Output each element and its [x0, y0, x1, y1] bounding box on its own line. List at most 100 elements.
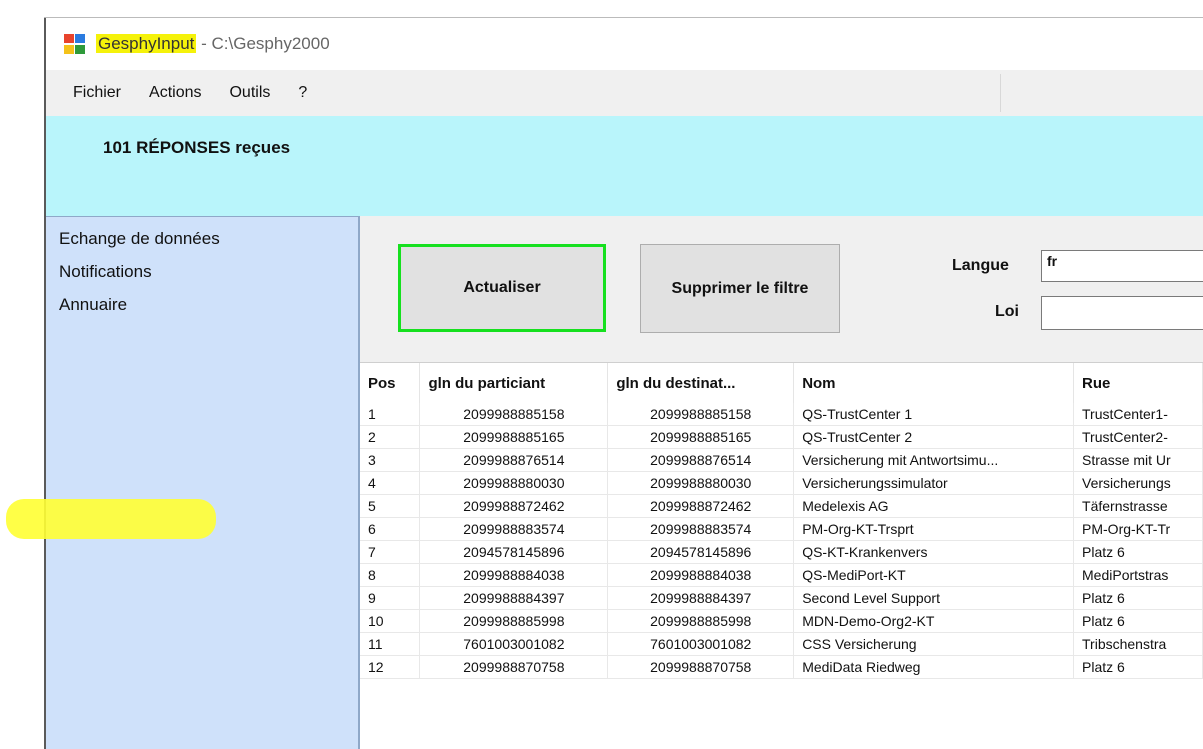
table-row[interactable]: 8 2099988884038 2099988884038 QS-MediPort-K…	[360, 563, 1203, 587]
menu-bar: Fichier Actions Outils ?	[46, 70, 1203, 116]
table-cell: 2099988876514	[419, 448, 609, 472]
table-cell: 2099988884397	[607, 586, 795, 610]
window-title-path: - C:\Gesphy2000	[196, 34, 330, 53]
table-row[interactable]: 5 2099988872462 2099988872462 Medelexis AG T…	[360, 494, 1203, 518]
menu-actions[interactable]: Actions	[149, 84, 201, 102]
column-header-rue[interactable]: Rue	[1073, 363, 1203, 403]
table-cell: MediData Riedweg	[793, 655, 1075, 679]
directory-table: Pos gln du particiant gln du destinat...…	[360, 362, 1203, 749]
table-cell: CSS Versicherung	[793, 632, 1075, 656]
table-cell: QS-TrustCenter 2	[793, 425, 1075, 449]
table-row[interactable]: 6 2099988883574 2099988883574 PM-Org-KT-Trs…	[360, 517, 1203, 541]
table-cell: Versicherungs	[1073, 471, 1203, 495]
table-cell: 7	[360, 540, 421, 564]
table-cell: 2094578145896	[607, 540, 795, 564]
table-cell: PM-Org-KT-Trsprt	[793, 517, 1075, 541]
table-cell: QS-MediPort-KT	[793, 563, 1075, 587]
screen: GesphyInput - C:\Gesphy2000 Fichier Acti…	[0, 0, 1203, 749]
table-cell: 2099988885165	[607, 425, 795, 449]
table-cell: 2099988880030	[419, 471, 609, 495]
table-cell: 2	[360, 425, 421, 449]
title-bar: GesphyInput - C:\Gesphy2000	[46, 18, 1203, 70]
selection-highlight	[6, 499, 216, 539]
table-cell: 2099988884038	[607, 563, 795, 587]
table-cell: 2099988872462	[607, 494, 795, 518]
sidebar-item-annuaire[interactable]: Annuaire	[59, 295, 127, 315]
table-cell: 1	[360, 403, 421, 426]
status-banner: 101 RÉPONSES reçues	[46, 116, 1203, 216]
table-cell: 2099988870758	[607, 655, 795, 679]
table-cell: MediPortstras	[1073, 563, 1203, 587]
clear-filter-button[interactable]: Supprimer le filtre	[640, 244, 840, 333]
table-cell: 2099988884038	[419, 563, 609, 587]
column-header-nom[interactable]: Nom	[793, 363, 1075, 403]
menu-fichier[interactable]: Fichier	[73, 84, 121, 102]
table-row[interactable]: 7 2094578145896 2094578145896 QS-KT-Kranken…	[360, 540, 1203, 564]
table-cell: QS-TrustCenter 1	[793, 403, 1075, 426]
loi-input[interactable]	[1041, 296, 1203, 330]
table-cell: 2094578145896	[419, 540, 609, 564]
table-cell: Platz 6	[1073, 609, 1203, 633]
sidebar-item-echange[interactable]: Echange de données	[59, 229, 220, 249]
table-cell: 2099988884397	[419, 586, 609, 610]
table-cell: Strasse mit Ur	[1073, 448, 1203, 472]
refresh-button[interactable]: Actualiser	[398, 244, 606, 332]
menu-separator	[1000, 74, 1001, 112]
table-row[interactable]: 10 2099988885998 2099988885998 MDN-Demo-Org…	[360, 609, 1203, 633]
table-cell: TrustCenter1-	[1073, 403, 1203, 426]
menu-help[interactable]: ?	[298, 84, 307, 102]
sidebar-item-notifications[interactable]: Notifications	[59, 262, 152, 282]
table-cell: Tribschenstra	[1073, 632, 1203, 656]
loi-label: Loi	[995, 303, 1019, 320]
table-cell: 8	[360, 563, 421, 587]
table-cell: 2099988885998	[419, 609, 609, 633]
responses-count-text: 101 RÉPONSES reçues	[103, 138, 291, 157]
table-cell: 2099988885165	[419, 425, 609, 449]
table-cell: TrustCenter2-	[1073, 425, 1203, 449]
table-cell: 2099988885158	[419, 403, 609, 426]
table-cell: 2099988883574	[607, 517, 795, 541]
table-cell: Platz 6	[1073, 655, 1203, 679]
table-cell: 10	[360, 609, 421, 633]
table-cell: 6	[360, 517, 421, 541]
column-header-gln-destinataire[interactable]: gln du destinat...	[607, 363, 795, 403]
window-title-app: GesphyInput	[96, 34, 197, 53]
sidebar: Echange de données Notifications Annuair…	[6, 216, 360, 749]
table-cell: 2099988870758	[419, 655, 609, 679]
table-cell: 3	[360, 448, 421, 472]
table-cell: Versicherung mit Antwortsimu...	[793, 448, 1075, 472]
table-cell: QS-KT-Krankenvers	[793, 540, 1075, 564]
table-cell: 2099988883574	[419, 517, 609, 541]
app-grid-icon	[64, 34, 86, 54]
table-row[interactable]: 2 2099988885165 2099988885165 QS-TrustCente…	[360, 425, 1203, 449]
table-cell: PM-Org-KT-Tr	[1073, 517, 1203, 541]
table-cell: Versicherungssimulator	[793, 471, 1075, 495]
column-header-pos[interactable]: Pos	[360, 363, 421, 403]
table-cell: 7601003001082	[419, 632, 609, 656]
column-header-gln-participant[interactable]: gln du particiant	[419, 363, 609, 403]
table-cell: 12	[360, 655, 421, 679]
table-cell: Platz 6	[1073, 540, 1203, 564]
table-cell: 2099988872462	[419, 494, 609, 518]
menu-outils[interactable]: Outils	[229, 84, 270, 102]
table-cell: 7601003001082	[607, 632, 795, 656]
table-cell: 9	[360, 586, 421, 610]
table-cell: 2099988885998	[607, 609, 795, 633]
table-cell: Täfernstrasse	[1073, 494, 1203, 518]
table-cell: MDN-Demo-Org2-KT	[793, 609, 1075, 633]
window-title: GesphyInput - C:\Gesphy2000	[96, 34, 330, 54]
table-row[interactable]: 4 2099988880030 2099988880030 Versicherungs…	[360, 471, 1203, 495]
table-cell: Medelexis AG	[793, 494, 1075, 518]
table-cell: 11	[360, 632, 421, 656]
table-cell: 2099988876514	[607, 448, 795, 472]
table-row[interactable]: 11 7601003001082 7601003001082 CSS Versiche…	[360, 632, 1203, 656]
table-row[interactable]: 3 2099988876514 2099988876514 Versicherung …	[360, 448, 1203, 472]
langue-input[interactable]: fr	[1041, 250, 1203, 282]
langue-label: Langue	[952, 257, 1009, 274]
background-edge	[0, 0, 13, 749]
table-row[interactable]: 1 2099988885158 2099988885158 QS-TrustCente…	[360, 403, 1203, 426]
table-cell: Second Level Support	[793, 586, 1075, 610]
table-row[interactable]: 12 2099988870758 2099988870758 MediData Rie…	[360, 655, 1203, 679]
table-row[interactable]: 9 2099988884397 2099988884397 Second Level …	[360, 586, 1203, 610]
table-cell: Platz 6	[1073, 586, 1203, 610]
